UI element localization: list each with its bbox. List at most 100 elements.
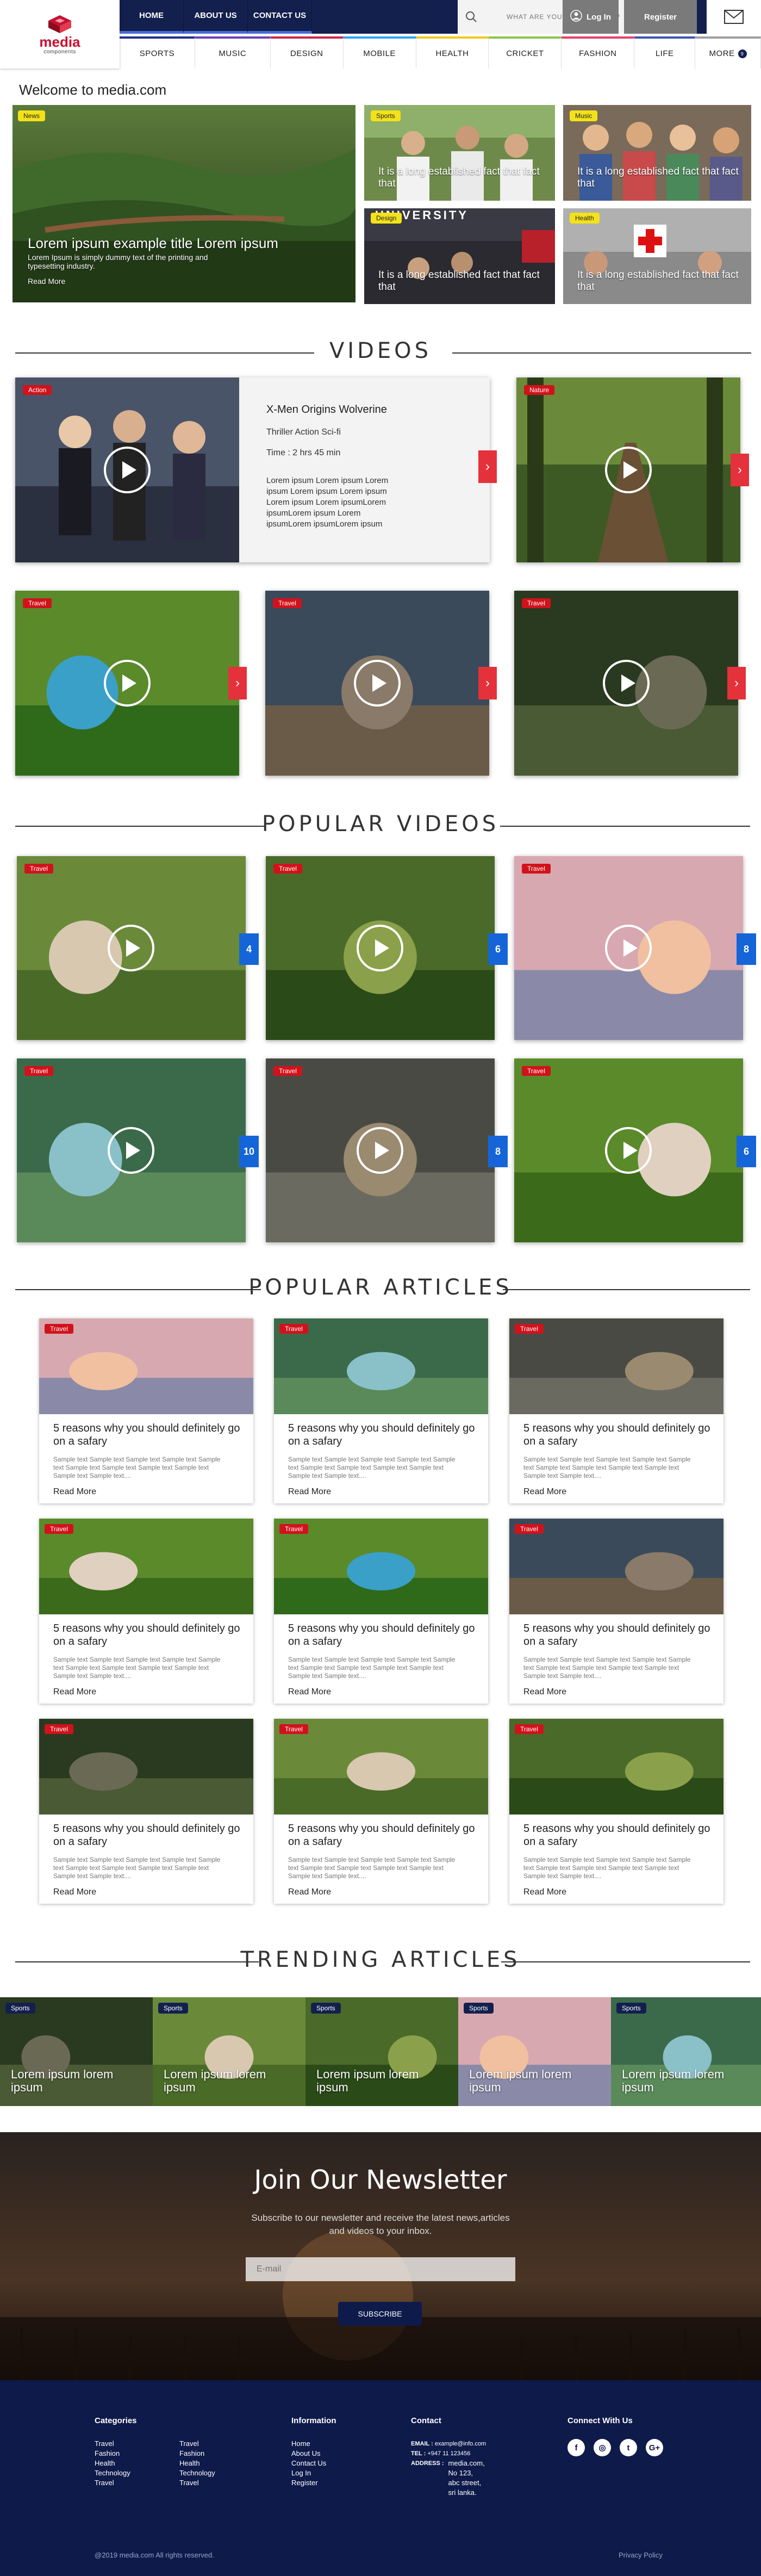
trending-tag[interactable]: Sports [158, 2003, 188, 2014]
play-button-icon[interactable] [104, 447, 151, 493]
article-title[interactable]: 5 reasons why you should definitely go o… [53, 1622, 244, 1648]
hero-tile-tag[interactable]: Sports [371, 110, 401, 121]
footer-category-link[interactable]: Travel [179, 2478, 215, 2488]
hero-tile-music[interactable]: Music It is a long established fact that… [563, 105, 751, 201]
next-arrow-icon[interactable]: › [478, 667, 497, 699]
next-arrow-icon[interactable]: › [731, 454, 749, 486]
footer-info-link[interactable]: About Us [291, 2449, 326, 2459]
category-mobile[interactable]: MOBILE [343, 36, 416, 69]
trending-title[interactable]: Lorem ipsum lorem ipsum [11, 2068, 141, 2094]
nav-about-us[interactable]: ABOUT US [184, 0, 248, 34]
category-music[interactable]: MUSIC [195, 36, 271, 69]
article-card[interactable]: Travel 5 reasons why you should definitel… [509, 1719, 723, 1904]
footer-category-link[interactable]: Travel [95, 2439, 130, 2449]
privacy-policy-link[interactable]: Privacy Policy [619, 2551, 663, 2559]
read-more-link[interactable]: Read More [53, 1687, 96, 1697]
play-button-icon[interactable] [104, 660, 151, 707]
trending-card[interactable]: Sports Lorem ipsum lorem ipsum [153, 1997, 305, 2106]
popular-video-card[interactable]: Travel [17, 1058, 246, 1242]
play-button-icon[interactable] [357, 1127, 403, 1174]
trending-title[interactable]: Lorem ipsum lorem ipsum [316, 2068, 447, 2094]
trending-card[interactable]: Sports Lorem ipsum lorem ipsum [458, 1997, 611, 2106]
hero-tile-text[interactable]: It is a long established fact that fact … [577, 166, 740, 190]
subscribe-button[interactable]: SUBSCRIBE [338, 2302, 422, 2326]
trending-tag[interactable]: Sports [311, 2003, 341, 2014]
category-life[interactable]: LIFE [634, 36, 696, 69]
login-button[interactable]: Log In [563, 0, 619, 34]
article-title[interactable]: 5 reasons why you should definitely go o… [288, 1422, 478, 1448]
next-arrow-icon[interactable]: › [228, 667, 247, 699]
hero-tile-design[interactable]: UNIVERSITY Design It is a long establish… [364, 208, 555, 304]
contact-phone[interactable]: +947 11 123456 [427, 2450, 470, 2457]
instagram-icon[interactable]: ◎ [594, 2439, 611, 2456]
video-tag[interactable]: Action [23, 385, 52, 395]
play-button-icon[interactable] [605, 925, 652, 971]
play-button-icon[interactable] [357, 925, 403, 971]
category-fashion[interactable]: FASHION [562, 36, 635, 69]
video-tag[interactable]: Nature [524, 385, 555, 395]
article-title[interactable]: 5 reasons why you should definitely go o… [53, 1422, 244, 1448]
category-sports[interactable]: SPORTS [120, 36, 195, 69]
article-card[interactable]: Travel 5 reasons why you should definitel… [274, 1318, 488, 1503]
video-tag[interactable]: Travel [23, 598, 52, 608]
video-tag[interactable]: Travel [522, 1066, 551, 1076]
footer-category-link[interactable]: Travel [179, 2439, 215, 2449]
hero-tile-tag[interactable]: Health [570, 213, 600, 224]
footer-info-link[interactable]: Log In [291, 2468, 326, 2478]
footer-category-link[interactable]: Fashion [179, 2449, 215, 2459]
popular-video-card[interactable]: Travel [266, 856, 495, 1040]
hero-title[interactable]: Lorem ipsum example title Lorem ipsum [28, 236, 321, 251]
hero-tile-health[interactable]: Health It is a long established fact tha… [563, 208, 751, 304]
trending-tag[interactable]: Sports [464, 2003, 494, 2014]
article-tag[interactable]: Travel [45, 1324, 73, 1334]
trending-title[interactable]: Lorem ipsum lorem ipsum [164, 2068, 294, 2094]
article-tag[interactable]: Travel [45, 1724, 73, 1734]
hero-tag[interactable]: News [18, 110, 46, 121]
footer-category-link[interactable]: Health [95, 2459, 130, 2468]
video-tag[interactable]: Travel [522, 598, 551, 608]
article-tag[interactable]: Travel [515, 1724, 544, 1734]
video-name[interactable]: X-Men Origins Wolverine [266, 404, 387, 416]
play-button-icon[interactable] [354, 660, 401, 707]
trending-title[interactable]: Lorem ipsum lorem ipsum [622, 2068, 752, 2094]
article-title[interactable]: 5 reasons why you should definitely go o… [53, 1822, 244, 1848]
video-card[interactable]: Nature [516, 377, 740, 562]
footer-category-link[interactable]: Technology [95, 2468, 130, 2478]
trending-card[interactable]: Sports Lorem ipsum lorem ipsum [305, 1997, 458, 2106]
hero-tile-text[interactable]: It is a long established fact that fact … [378, 166, 541, 190]
category-cricket[interactable]: CRICKET [489, 36, 562, 69]
article-card[interactable]: Travel 5 reasons why you should definitel… [509, 1519, 723, 1704]
footer-category-link[interactable]: Health [179, 2459, 215, 2468]
nav-home[interactable]: HOME [120, 0, 184, 34]
footer-category-link[interactable]: Travel [95, 2478, 130, 2488]
read-more-link[interactable]: Read More [288, 1887, 331, 1897]
trending-card[interactable]: Sports Lorem ipsum lorem ipsum [611, 1997, 761, 2106]
google-plus-icon[interactable]: G+ [646, 2439, 663, 2456]
footer-info-link[interactable]: Register [291, 2478, 326, 2488]
article-tag[interactable]: Travel [279, 1524, 308, 1534]
play-button-icon[interactable] [108, 925, 154, 971]
footer-info-link[interactable]: Home [291, 2439, 326, 2449]
video-tag[interactable]: Travel [273, 1066, 302, 1076]
email-input[interactable] [246, 2257, 515, 2281]
trending-title[interactable]: Lorem ipsum lorem ipsum [469, 2068, 600, 2094]
trending-tag[interactable]: Sports [616, 2003, 646, 2014]
featured-video[interactable]: Action X-Men Origins Wolverine Thriller … [15, 377, 490, 562]
trending-tag[interactable]: Sports [5, 2003, 35, 2014]
category-health[interactable]: HEALTH [416, 36, 489, 69]
facebook-icon[interactable]: f [567, 2439, 585, 2456]
hero-read-more[interactable]: Read More [28, 275, 65, 287]
register-button[interactable]: Register [624, 0, 697, 34]
video-tag[interactable]: Travel [273, 598, 302, 608]
video-card[interactable]: Travel [265, 591, 489, 776]
twitter-icon[interactable]: t [620, 2439, 637, 2456]
article-tag[interactable]: Travel [279, 1724, 308, 1734]
next-arrow-icon[interactable]: › [727, 667, 746, 699]
article-title[interactable]: 5 reasons why you should definitely go o… [288, 1822, 478, 1848]
video-tag[interactable]: Travel [273, 864, 302, 874]
article-tag[interactable]: Travel [515, 1524, 544, 1534]
hero-tile-text[interactable]: It is a long established fact that fact … [577, 269, 740, 293]
play-button-icon[interactable] [605, 447, 652, 493]
play-button-icon[interactable] [605, 1127, 652, 1174]
read-more-link[interactable]: Read More [288, 1687, 331, 1697]
